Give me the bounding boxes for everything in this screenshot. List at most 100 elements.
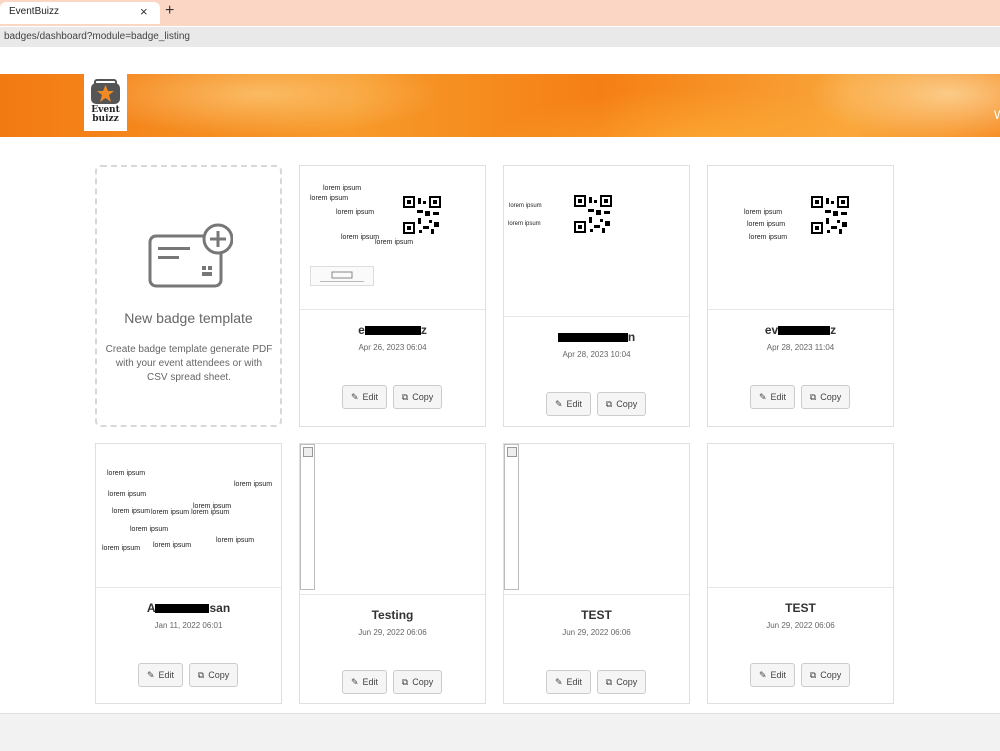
preview-text: lorem ipsum (508, 221, 541, 227)
broken-image-icon (303, 447, 313, 457)
pencil-icon: ✎ (146, 669, 155, 680)
new-badge-card[interactable]: New badge template Create badge template… (95, 165, 282, 427)
badge-date: Jun 29, 2022 06:06 (562, 628, 631, 637)
copy-icon: ⧉ (197, 669, 205, 680)
edit-button[interactable]: ✎ Edit (750, 663, 795, 687)
copy-icon: ⧉ (809, 391, 817, 402)
badge-date: Jun 29, 2022 06:06 (766, 621, 835, 630)
copy-button[interactable]: ⧉ Copy (597, 670, 646, 694)
new-badge-description: Create badge template generate PDF with … (105, 344, 273, 383)
preview-text: lorem ipsum lorem ipsum (151, 509, 230, 516)
badge-date: Jan 11, 2022 06:01 (154, 621, 223, 630)
broken-image-icon (507, 447, 517, 457)
copy-icon: ⧉ (401, 391, 409, 402)
pencil-icon: ✎ (350, 391, 359, 402)
badge-preview[interactable]: lorem ipsum lorem ipsum lorem ipsum lore… (96, 444, 281, 588)
badge-card[interactable]: TEST Jun 29, 2022 06:06 ✎ Edit ⧉ Copy (707, 443, 894, 704)
badge-date: Jun 29, 2022 06:06 (358, 628, 427, 637)
badge-name[interactable]: TEST (708, 601, 893, 615)
pencil-icon: ✎ (350, 676, 359, 687)
badge-card[interactable]: lorem ipsum lorem ipsum lorem ipsum lore… (299, 165, 486, 427)
copy-button[interactable]: ⧉ Copy (393, 670, 442, 694)
qr-code-icon (574, 195, 612, 233)
edit-button[interactable]: ✎ Edit (342, 670, 387, 694)
preview-text: lorem ipsum (234, 481, 273, 488)
address-bar: badges/dashboard?module=badge_listing (0, 26, 1000, 48)
edit-button[interactable]: ✎ Edit (342, 385, 387, 409)
redaction-bar (155, 602, 210, 616)
badge-preview[interactable]: lorem ipsum lorem ipsum lorem ipsum lore… (300, 166, 485, 310)
copy-icon: ⧉ (605, 398, 613, 409)
badge-name[interactable]: Testing (300, 608, 485, 622)
badge-preview[interactable]: lorem ipsum lorem ipsum (504, 166, 689, 317)
url-text: badges/dashboard?module=badge_listing (4, 31, 190, 42)
badge-card[interactable]: TEST Jun 29, 2022 06:06 ✎ Edit ⧉ Copy (503, 443, 690, 704)
url-field[interactable]: badges/dashboard?module=badge_listing (0, 27, 1000, 47)
badge-preview[interactable]: lorem ipsum lorem ipsum lorem ipsum (708, 166, 893, 310)
edit-button[interactable]: ✎ Edit (546, 392, 591, 416)
redaction-bar (778, 324, 831, 338)
badge-card[interactable]: lorem ipsum lorem ipsum lorem ipsum lore… (95, 443, 282, 704)
new-badge-icon (148, 223, 233, 288)
preview-text: lorem ipsum (747, 221, 786, 228)
preview-text: lorem ipsum (153, 542, 192, 549)
badge-preview[interactable] (708, 444, 893, 588)
badge-name[interactable]: ez (300, 323, 485, 338)
badge-preview[interactable] (300, 444, 485, 595)
new-badge-title: New badge template (124, 310, 253, 326)
preview-text: lorem ipsum (509, 203, 542, 209)
edit-button[interactable]: ✎ Edit (546, 670, 591, 694)
header-banner: Event buizz W (0, 74, 1000, 137)
badge-name[interactable]: TEST (504, 608, 689, 622)
preview-text: lorem ipsum (102, 545, 141, 552)
preview-text: lorem ipsum (375, 239, 414, 246)
barcode-icon (310, 266, 374, 286)
badge-name[interactable]: Asan (96, 601, 281, 616)
badge-name[interactable]: ev z (708, 323, 893, 338)
preview-text: lorem ipsum (323, 185, 362, 192)
eventbuizz-logo[interactable]: Event buizz (84, 74, 127, 131)
broken-image (300, 444, 315, 590)
edit-button[interactable]: ✎ Edit (138, 663, 183, 687)
redaction-bar (364, 324, 421, 338)
pencil-icon: ✎ (758, 669, 767, 680)
badge-date: Apr 26, 2023 06:04 (358, 343, 427, 352)
new-tab-icon[interactable]: + (165, 2, 174, 20)
qr-code-icon (403, 196, 441, 234)
tab-close-icon[interactable]: × (140, 4, 148, 19)
edit-button[interactable]: ✎ Edit (750, 385, 795, 409)
browser-tabbar: EventBuizz × + (0, 0, 1000, 26)
copy-button[interactable]: ⧉ Copy (801, 385, 850, 409)
pencil-icon: ✎ (554, 676, 563, 687)
badge-card[interactable]: lorem ipsum lorem ipsum lorem ipsum ev z … (707, 165, 894, 427)
copy-button[interactable]: ⧉ Copy (189, 663, 238, 687)
tab-title: EventBuizz (9, 6, 60, 17)
copy-button[interactable]: ⧉ Copy (801, 663, 850, 687)
copy-icon: ⧉ (605, 676, 613, 687)
preview-text: lorem ipsum (107, 470, 146, 477)
broken-image (504, 444, 519, 590)
pencil-icon: ✎ (758, 391, 767, 402)
preview-text: lorem ipsum (341, 234, 380, 241)
badge-card[interactable]: Testing Jun 29, 2022 06:06 ✎ Edit ⧉ Copy (299, 443, 486, 704)
preview-text: lorem ipsum (749, 234, 788, 241)
preview-text: lorem ipsum (108, 491, 147, 498)
badge-preview[interactable] (504, 444, 689, 595)
copy-button[interactable]: ⧉ Copy (597, 392, 646, 416)
preview-text: lorem ipsum (336, 209, 375, 216)
badge-name[interactable]: n (504, 330, 689, 345)
qr-code-icon (811, 196, 849, 234)
preview-text: lorem ipsum (130, 526, 169, 533)
browser-tab[interactable]: EventBuizz × (0, 2, 160, 24)
logo-text: Event buizz (91, 105, 120, 124)
preview-text: lorem ipsum (310, 195, 349, 202)
page-footer (0, 713, 1000, 751)
preview-text: lorem ipsum (216, 537, 255, 544)
badge-card[interactable]: lorem ipsum lorem ipsum n Apr 28, 2023 1… (503, 165, 690, 427)
copy-icon: ⧉ (809, 669, 817, 680)
preview-text: lorem ipsum (744, 209, 783, 216)
badge-date: Apr 28, 2023 10:04 (562, 350, 631, 359)
copy-button[interactable]: ⧉ Copy (393, 385, 442, 409)
header-edge-text: W (994, 108, 1000, 122)
pencil-icon: ✎ (554, 398, 563, 409)
